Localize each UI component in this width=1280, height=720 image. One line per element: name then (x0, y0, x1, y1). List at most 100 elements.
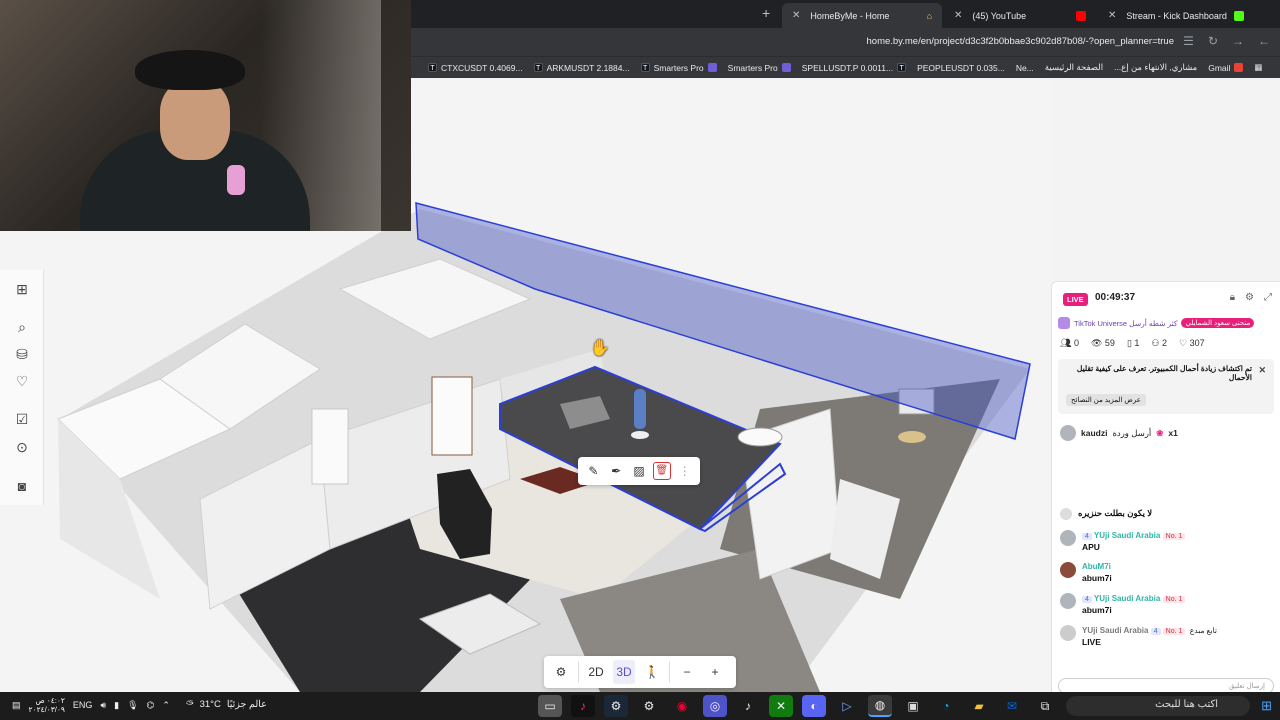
forward-icon[interactable]: → (1232, 34, 1244, 48)
chat-message-list: لا يكون بطلت حنزيره 4 YUji Saudi Arabia N… (1060, 508, 1274, 657)
battery-icon[interactable]: ▮ (114, 700, 119, 711)
tiktok-icon[interactable]: ♪ (571, 695, 595, 717)
tradingview-icon: T (533, 63, 543, 72)
network-icon[interactable]: ⌬ (147, 700, 155, 711)
tiktok-studio-icon[interactable]: ♪ (736, 695, 760, 717)
bookmark-item[interactable]: Ne... (1016, 63, 1034, 73)
camera-icon[interactable]: ◙ (13, 477, 31, 495)
app-icon[interactable]: ▭ (538, 695, 562, 717)
house-icon: ⌂ (926, 10, 932, 21)
obs-icon[interactable]: ◉ (670, 695, 694, 717)
view-3d-button[interactable]: 3D (613, 660, 635, 684)
xbox-icon[interactable]: ✕ (769, 695, 793, 717)
zoom-out-icon[interactable]: − (676, 660, 698, 684)
gear-icon[interactable]: ⚙ (1245, 292, 1254, 303)
eye-icon: 👁︎ (1090, 338, 1103, 348)
furniture-icon[interactable]: ⛁ (13, 345, 31, 363)
material-icon[interactable]: ▨ (630, 462, 648, 480)
floorplan-icon[interactable]: ⊞ (13, 280, 31, 298)
view-toolbar: ⚙ 2D 3D 🚶 − + (544, 656, 736, 688)
bookmark-item[interactable]: Smarters Pro (728, 63, 791, 73)
stream-timer: 00:49:37 (1095, 292, 1136, 303)
tab-label: Stream - Kick Dashboard (1126, 10, 1227, 21)
apps-grid-icon[interactable]: ▦ (1254, 62, 1262, 73)
language-indicator[interactable]: ENG (73, 700, 93, 710)
pencil-icon[interactable]: ✎ (584, 462, 602, 480)
smarters-icon (781, 63, 791, 72)
bookmark-item[interactable]: SPELLUSDT.P 0.0011... T (802, 63, 907, 73)
windows-start-icon[interactable]: ⊞ (1261, 698, 1272, 714)
reload-icon[interactable]: ↻ (1208, 34, 1218, 48)
popout-icon[interactable]: ⤢ (1264, 292, 1272, 303)
drag-handle-icon[interactable]: ⋮ (676, 462, 694, 480)
file-explorer-icon[interactable]: ▰ (967, 695, 991, 717)
stream-stats: 👥︎ 0 👁︎ 59 ▯ 1 ⚇ 2 ♡ 307 (1060, 338, 1205, 348)
gmail-icon (1234, 63, 1244, 72)
outlook-icon[interactable]: ✉ (1000, 695, 1024, 717)
lock-icon[interactable]: 🔒︎ (1230, 292, 1235, 303)
app-icon[interactable]: ◎ (703, 695, 727, 717)
mic-icon[interactable]: 🎙︎ (127, 700, 138, 711)
avatar (1060, 508, 1072, 520)
chat-message: 4 YUji Saudi Arabia No. 1 abum7i (1060, 593, 1274, 615)
close-tab-icon[interactable]: ✕ (1108, 10, 1116, 21)
tiktok-banner: TikTok Universe كثر شطه أرسل منحنى سعود … (1058, 315, 1274, 331)
store-icon[interactable]: ▣ (901, 695, 925, 717)
volume-icon[interactable]: 🔊︎ (100, 700, 106, 711)
url-field[interactable]: home.by.me/en/project/d3c3f2b0bbae3c902d… (867, 36, 1175, 47)
taskbar-search[interactable]: اكتب هنا للبحث (1066, 696, 1250, 716)
weather-widget[interactable]: ⛅︎ 31°C عالم جزئيًا (186, 699, 267, 710)
avatar (1060, 562, 1076, 578)
bookmark-item[interactable]: Gmail (1208, 63, 1244, 73)
divider (669, 662, 670, 682)
discord-icon[interactable]: ◐ (802, 695, 826, 717)
bookmark-item[interactable]: ...مشاري, الانتهاء من إع (1114, 62, 1197, 73)
bookmark-item[interactable]: T Smarters Pro (640, 63, 717, 73)
tab-kick-dashboard[interactable]: ✕ Stream - Kick Dashboard (1098, 3, 1254, 28)
favorite-icon[interactable]: ♡ (13, 372, 31, 390)
close-icon[interactable]: ✕ (1258, 365, 1266, 376)
bookmark-item[interactable]: T CTXCUSDT 0.4069... (428, 63, 523, 73)
chat-message: لا يكون بطلت حنزيره (1060, 508, 1274, 520)
zoom-in-icon[interactable]: + (704, 660, 726, 684)
view-2d-button[interactable]: 2D (585, 660, 607, 684)
inspect-icon[interactable]: ⊙ (13, 438, 31, 456)
chrome-icon[interactable]: ◍ (868, 695, 892, 717)
tune-icon[interactable]: ☰ (1183, 34, 1194, 48)
search-icon[interactable]: ⌕ (13, 318, 31, 336)
youtube-icon (1076, 10, 1086, 21)
bookmark-item[interactable]: الصفحة الرئيسية (1045, 62, 1103, 73)
close-tab-icon[interactable]: ✕ (954, 10, 962, 21)
settings-sliders-icon[interactable]: ⚙ (550, 660, 572, 684)
avatar (1060, 593, 1076, 609)
trash-icon[interactable]: 🗑 (652, 462, 671, 480)
tab-youtube[interactable]: ✕ (45) YouTube (944, 3, 1096, 28)
close-tab-icon[interactable]: ✕ (792, 10, 800, 21)
bookmark-item[interactable]: T ARKMUSDT 2.1884... (533, 63, 630, 73)
left-toolbar: ⊞ ⌕ ⛁ ♡ ☑ ⊙ ◙ (0, 270, 44, 505)
smarters-icon (707, 63, 717, 72)
app-icon[interactable]: ▷ (835, 695, 859, 717)
users-icon: ⚇ (1151, 338, 1160, 348)
settings-icon[interactable]: ⚙ (637, 695, 661, 717)
divider (578, 662, 579, 682)
avatar (1060, 530, 1076, 546)
checklist-icon[interactable]: ☑ (13, 410, 31, 428)
new-tab-button[interactable]: + (762, 5, 770, 21)
bookmark-item[interactable]: PEOPLEUSDT 0.035... (917, 63, 1005, 73)
steam-icon[interactable]: ⚙ (604, 695, 628, 717)
kick-icon (1234, 10, 1244, 21)
notification-icon[interactable]: ▤ (12, 700, 21, 711)
hand-cursor-icon: ✋ (590, 340, 610, 357)
tab-homebyme[interactable]: ✕ HomeByMe - Home ⌂ (782, 3, 942, 28)
eyedropper-icon[interactable]: ✒ (607, 462, 625, 480)
task-view-icon[interactable]: ⧉ (1033, 695, 1057, 717)
back-icon[interactable]: ← (1258, 34, 1270, 48)
walk-mode-icon[interactable]: 🚶 (641, 660, 663, 684)
chevron-up-icon[interactable]: ⌃ (162, 700, 170, 711)
edge-icon[interactable]: ◔ (934, 695, 958, 717)
more-tips-button[interactable]: عرض المزيد من النصائح (1066, 394, 1146, 406)
chat-message: YUji Saudi Arabia 4 No. 1 تابع مبدع LIVE (1060, 625, 1274, 647)
weather-icon: ⛅︎ (186, 699, 194, 710)
clock[interactable]: ٠٤:٠٢ ص ٢٠٢٤/٠٣/٠٩ (29, 696, 65, 714)
